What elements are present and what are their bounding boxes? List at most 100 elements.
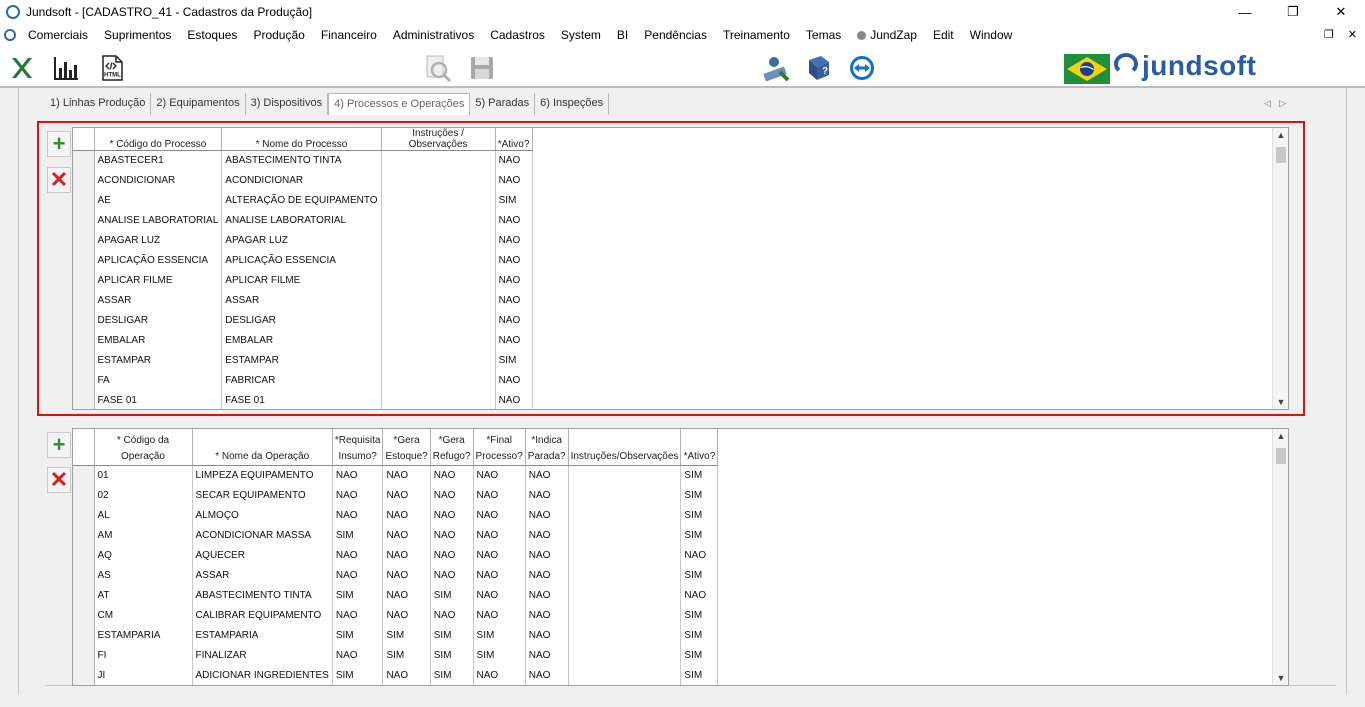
table-cell[interactable]: NAO bbox=[473, 465, 526, 485]
table-cell[interactable]: NAO bbox=[473, 505, 526, 525]
table-cell[interactable]: SIM bbox=[382, 645, 431, 665]
table-cell[interactable]: ACONDICIONAR bbox=[94, 170, 223, 191]
table-cell[interactable]: NAO bbox=[525, 625, 569, 645]
table-row[interactable]: ANALISE LABORATORIAL ANALISE LABORATORIAL… bbox=[73, 210, 533, 231]
operations-scrollbar[interactable]: ▲ ▼ bbox=[1272, 429, 1288, 685]
table-row[interactable]: AM ACONDICIONAR MASSA SIM NAO NAO NAO NAO SIM bbox=[73, 525, 719, 545]
table-cell[interactable] bbox=[381, 230, 496, 251]
table-cell[interactable]: NAO bbox=[680, 585, 719, 605]
row-indicator[interactable] bbox=[73, 350, 95, 371]
scroll-up-icon[interactable]: ▲ bbox=[1273, 130, 1288, 140]
menu-item-comerciais[interactable]: Comerciais bbox=[20, 24, 96, 46]
table-cell[interactable]: NAO bbox=[430, 525, 474, 545]
operations-grid[interactable]: * Código da Operação * Nome da Operação *R… bbox=[72, 428, 1289, 686]
scroll-thumb[interactable] bbox=[1276, 147, 1286, 163]
row-indicator[interactable] bbox=[73, 270, 95, 291]
table-cell[interactable]: NAO bbox=[525, 465, 569, 485]
scroll-up-icon[interactable]: ▲ bbox=[1273, 431, 1288, 441]
table-cell[interactable]: NAO bbox=[430, 485, 474, 505]
mdi-close-icon[interactable]: ✕ bbox=[1348, 24, 1357, 46]
menu-item-edit[interactable]: Edit bbox=[925, 24, 962, 46]
table-row[interactable]: ACONDICIONAR ACONDICIONAR NAO bbox=[73, 170, 533, 191]
table-cell[interactable]: APLICAÇÃO ESSENCIA bbox=[221, 250, 382, 271]
table-cell[interactable]: SIM bbox=[680, 485, 719, 505]
table-cell[interactable]: JI bbox=[94, 665, 193, 685]
table-cell[interactable]: NAO bbox=[473, 565, 526, 585]
table-cell[interactable]: NAO bbox=[473, 585, 526, 605]
row-indicator[interactable] bbox=[73, 210, 95, 231]
table-cell[interactable]: SIM bbox=[680, 625, 719, 645]
restore-icon[interactable]: ❐ bbox=[1324, 24, 1334, 46]
table-cell[interactable]: NAO bbox=[525, 645, 569, 665]
table-cell[interactable]: APLICAR FILME bbox=[94, 270, 223, 291]
table-cell[interactable]: ACONDICIONAR bbox=[221, 170, 382, 191]
table-cell[interactable]: SIM bbox=[680, 645, 719, 665]
table-cell[interactable] bbox=[381, 270, 496, 291]
menu-item-suprimentos[interactable]: Suprimentos bbox=[96, 24, 179, 46]
table-cell[interactable]: NAO bbox=[382, 665, 431, 685]
delete-process-button[interactable]: ✕ bbox=[47, 167, 71, 193]
table-row[interactable]: DESLIGAR DESLIGAR NAO bbox=[73, 310, 533, 331]
row-indicator[interactable] bbox=[73, 390, 95, 409]
table-row[interactable]: AS ASSAR NAO NAO NAO NAO NAO SIM bbox=[73, 565, 719, 585]
table-cell[interactable]: NAO bbox=[430, 605, 474, 625]
row-indicator[interactable] bbox=[73, 170, 95, 191]
table-cell[interactable]: NAO bbox=[382, 565, 431, 585]
table-cell[interactable]: FINALIZAR bbox=[192, 645, 333, 665]
table-row[interactable]: ASSAR ASSAR NAO bbox=[73, 290, 533, 311]
table-cell[interactable]: ASSAR bbox=[221, 290, 382, 311]
menu-app-icon[interactable] bbox=[4, 29, 16, 41]
table-cell[interactable]: NAO bbox=[382, 605, 431, 625]
tab-5[interactable]: 5) Paradas bbox=[470, 93, 536, 115]
table-cell[interactable]: SIM bbox=[332, 625, 384, 645]
table-cell[interactable] bbox=[381, 390, 496, 409]
table-cell[interactable]: ALTERAÇÃO DE EQUIPAMENTO bbox=[221, 190, 382, 211]
table-cell[interactable] bbox=[568, 505, 682, 525]
table-cell[interactable]: NAO bbox=[473, 485, 526, 505]
table-cell[interactable]: SIM bbox=[473, 645, 526, 665]
table-row[interactable]: APLICAR FILME APLICAR FILME NAO bbox=[73, 270, 533, 291]
table-cell[interactable]: NAO bbox=[495, 310, 533, 331]
table-cell[interactable]: AM bbox=[94, 525, 193, 545]
close-icon[interactable]: ✕ bbox=[1317, 0, 1365, 24]
column-header[interactable]: *Gera Refugo? bbox=[430, 429, 474, 466]
table-row[interactable]: 01 LIMPEZA EQUIPAMENTO NAO NAO NAO NAO NAO SIM bbox=[73, 465, 719, 485]
table-cell[interactable]: SIM bbox=[680, 665, 719, 685]
table-cell[interactable]: EMBALAR bbox=[221, 330, 382, 351]
table-cell[interactable] bbox=[381, 330, 496, 351]
table-cell[interactable]: DESLIGAR bbox=[221, 310, 382, 331]
table-cell[interactable] bbox=[568, 665, 682, 685]
column-header[interactable]: *Gera Estoque? bbox=[382, 429, 431, 466]
table-cell[interactable]: NAO bbox=[473, 605, 526, 625]
table-cell[interactable]: SIM bbox=[332, 525, 384, 545]
table-cell[interactable]: ABASTECIMENTO TINTA bbox=[192, 585, 333, 605]
tab-2[interactable]: 2) Equipamentos bbox=[151, 93, 246, 115]
column-header[interactable]: *Indica Parada? bbox=[525, 429, 569, 466]
user-icon[interactable] bbox=[762, 54, 790, 82]
row-indicator[interactable] bbox=[73, 150, 95, 171]
column-header[interactable]: *Ativo? bbox=[495, 128, 533, 151]
menu-item-window[interactable]: Window bbox=[962, 24, 1021, 46]
table-cell[interactable]: NAO bbox=[332, 505, 384, 525]
table-cell[interactable]: NAO bbox=[430, 545, 474, 565]
table-cell[interactable]: FA bbox=[94, 370, 223, 391]
table-row[interactable]: AQ AQUECER NAO NAO NAO NAO NAO NAO bbox=[73, 545, 719, 565]
menu-item-produ-o[interactable]: Produção bbox=[245, 24, 312, 46]
row-indicator[interactable] bbox=[73, 545, 95, 565]
menu-item-jundzap[interactable]: JundZap bbox=[849, 24, 925, 46]
table-cell[interactable]: ABASTECER1 bbox=[94, 150, 223, 171]
table-cell[interactable]: NAO bbox=[525, 505, 569, 525]
table-cell[interactable]: SIM bbox=[680, 565, 719, 585]
table-row[interactable]: EMBALAR EMBALAR NAO bbox=[73, 330, 533, 351]
table-row[interactable]: 02 SECAR EQUIPAMENTO NAO NAO NAO NAO NAO SIM bbox=[73, 485, 719, 505]
column-header[interactable]: *Ativo? bbox=[680, 429, 719, 466]
table-cell[interactable]: LIMPEZA EQUIPAMENTO bbox=[192, 465, 333, 485]
row-indicator[interactable] bbox=[73, 665, 95, 685]
row-indicator[interactable] bbox=[73, 605, 95, 625]
table-cell[interactable]: SIM bbox=[473, 625, 526, 645]
table-cell[interactable] bbox=[381, 170, 496, 191]
delete-operation-button[interactable]: ✕ bbox=[47, 467, 71, 493]
menu-item-temas[interactable]: Temas bbox=[798, 24, 849, 46]
tab-1[interactable]: 1) Linhas Produção bbox=[45, 93, 152, 115]
table-cell[interactable]: NAO bbox=[495, 330, 533, 351]
